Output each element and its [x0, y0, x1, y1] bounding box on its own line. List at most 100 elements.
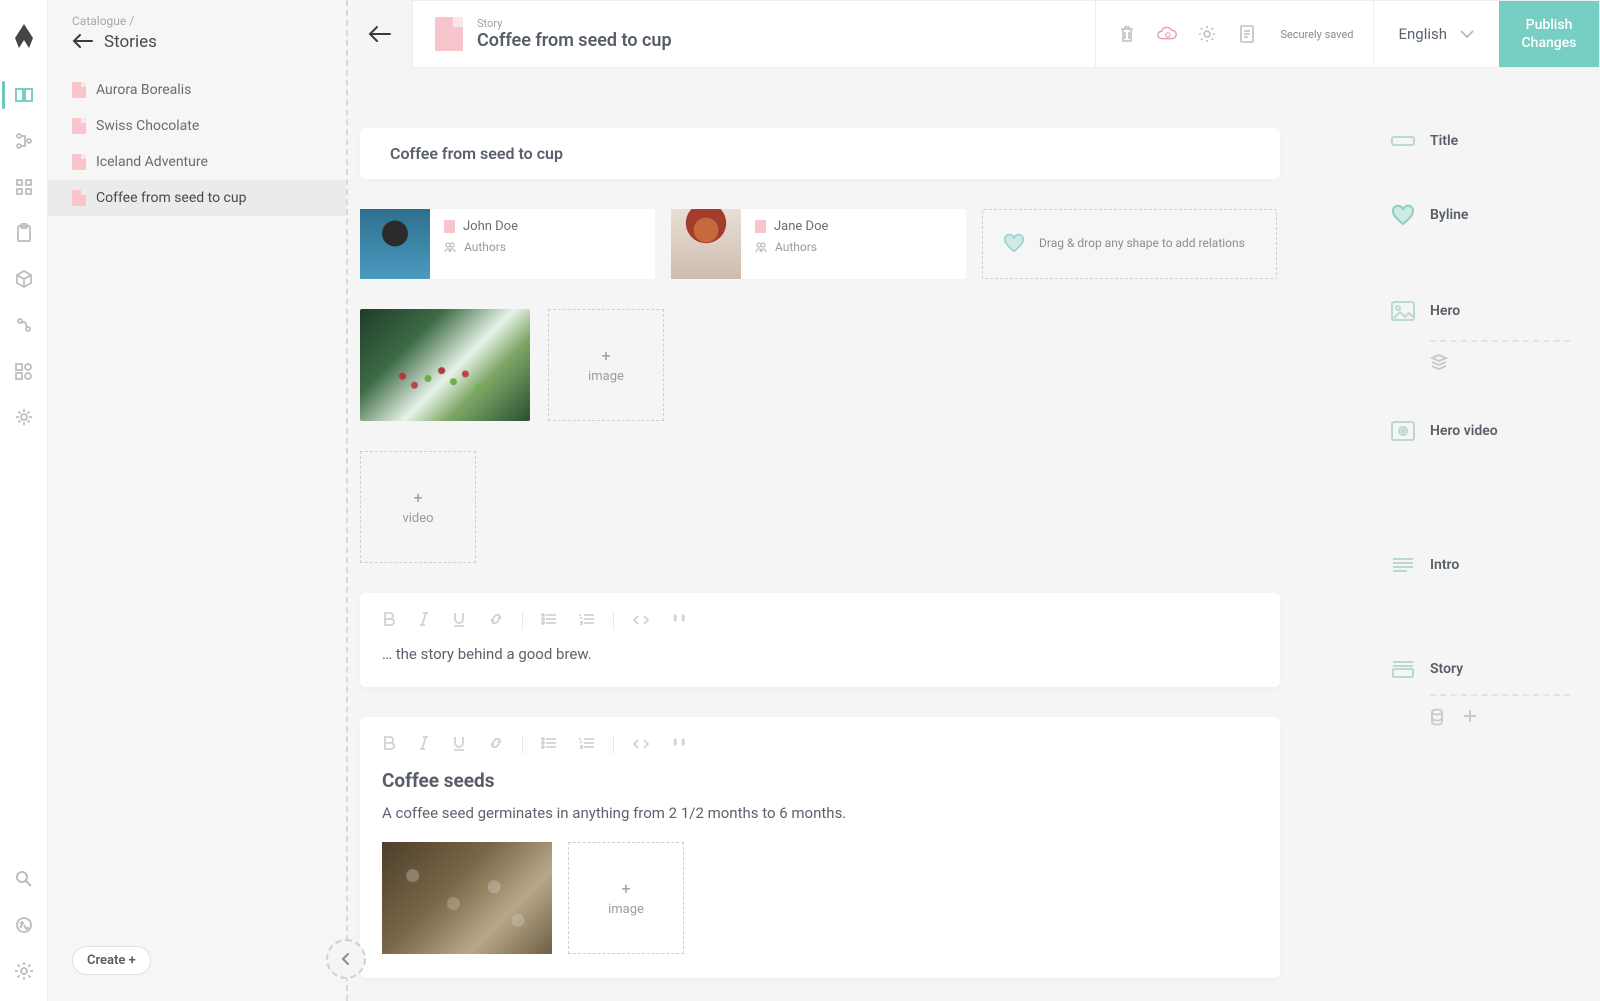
sidebar-item-label: Swiss Chocolate: [96, 118, 199, 134]
quote-icon[interactable]: [672, 736, 690, 754]
settings-icon[interactable]: [14, 407, 34, 427]
plus-icon: +: [621, 879, 630, 898]
add-video-button[interactable]: + video: [360, 451, 476, 563]
story-text[interactable]: A coffee seed germinates in anything fro…: [382, 804, 1258, 822]
app-logo: [11, 22, 37, 57]
italic-icon[interactable]: [418, 611, 430, 631]
underline-icon[interactable]: [452, 735, 466, 755]
language-icon[interactable]: [14, 915, 34, 935]
create-button[interactable]: Create +: [72, 946, 151, 975]
field-label-story[interactable]: Story: [1390, 658, 1570, 680]
component-icon[interactable]: [1430, 708, 1444, 730]
heart-icon: [1390, 204, 1416, 226]
hero-field: + image: [360, 309, 1280, 421]
publish-button[interactable]: Publish Changes: [1499, 1, 1599, 67]
sidebar-item-label: Iceland Adventure: [96, 154, 208, 170]
field-label-hero[interactable]: Hero: [1390, 300, 1570, 322]
search-icon[interactable]: [14, 869, 34, 889]
breadcrumb: Catalogue /: [72, 14, 326, 28]
upload-video-label: video: [402, 511, 433, 526]
sidebar-item-story[interactable]: Swiss Chocolate: [48, 108, 346, 144]
ul-icon[interactable]: [541, 612, 557, 630]
intro-text[interactable]: … the story behind a good brew.: [382, 645, 1258, 663]
ol-icon[interactable]: [579, 612, 595, 630]
sidebar-item-label: Aurora Borealis: [96, 82, 191, 98]
relation-hint: Drag & drop any shape to add relations: [1039, 236, 1245, 252]
story-heading[interactable]: Coffee seeds: [382, 769, 1258, 792]
field-label-byline[interactable]: Byline: [1390, 204, 1570, 226]
field-label-title[interactable]: Title: [1390, 130, 1570, 152]
ul-icon[interactable]: [541, 736, 557, 754]
people-icon: [444, 241, 456, 253]
code-icon[interactable]: [632, 612, 650, 630]
collapse-sidebar-button[interactable]: [326, 939, 366, 979]
image-icon: [1390, 300, 1416, 322]
title-field[interactable]: Coffee from seed to cup: [360, 128, 1280, 179]
relation-dropzone[interactable]: Drag & drop any shape to add relations: [982, 209, 1277, 279]
code-icon[interactable]: [632, 736, 650, 754]
intro-field[interactable]: … the story behind a good brew.: [360, 593, 1280, 687]
plus-icon: +: [413, 488, 422, 507]
sidebar-item-label: Coffee from seed to cup: [96, 190, 246, 206]
upload-image-label: image: [588, 369, 624, 384]
delete-icon[interactable]: [1116, 23, 1138, 45]
story-image[interactable]: [382, 842, 552, 954]
title-icon: [1390, 130, 1416, 152]
unpublish-icon[interactable]: [1156, 23, 1178, 45]
shapes-icon[interactable]: [14, 361, 34, 381]
add-image-button[interactable]: + image: [548, 309, 664, 421]
quote-icon[interactable]: [672, 612, 690, 630]
sidebar: Catalogue / Stories Aurora Borealis Swis…: [48, 0, 348, 1001]
bold-icon[interactable]: [382, 735, 396, 755]
back-button[interactable]: [352, 0, 408, 68]
sidebar-item-story[interactable]: Aurora Borealis: [48, 72, 346, 108]
ol-icon[interactable]: [579, 736, 595, 754]
author-card[interactable]: Jane Doe Authors: [671, 209, 966, 279]
bold-icon[interactable]: [382, 611, 396, 631]
underline-icon[interactable]: [452, 611, 466, 631]
author-name: John Doe: [463, 219, 518, 234]
topbar: Story Coffee from seed to cup: [348, 0, 1600, 68]
byline-field: John Doe Authors Jane Doe: [360, 209, 1280, 279]
hero-sub-actions: [1430, 354, 1570, 374]
add-image-button[interactable]: + image: [568, 842, 684, 954]
webhook-icon[interactable]: [14, 315, 34, 335]
rte-toolbar: [382, 607, 1258, 645]
tree-icon[interactable]: [14, 131, 34, 151]
language-selector[interactable]: English: [1374, 1, 1499, 67]
italic-icon[interactable]: [418, 735, 430, 755]
field-label-herovideo[interactable]: Hero video: [1390, 420, 1570, 442]
catalogue-icon[interactable]: [14, 85, 34, 105]
stack-icon[interactable]: [1430, 354, 1448, 374]
clipboard-icon[interactable]: [14, 223, 34, 243]
people-icon: [755, 241, 767, 253]
gear-icon[interactable]: [14, 961, 34, 981]
divider: [1430, 340, 1570, 342]
language-label: English: [1398, 25, 1447, 43]
hero-image[interactable]: [360, 309, 530, 421]
document-icon: [72, 118, 86, 134]
avatar: [671, 209, 741, 279]
document-outline-icon[interactable]: [1236, 23, 1258, 45]
settings-icon[interactable]: [1196, 23, 1218, 45]
author-card[interactable]: John Doe Authors: [360, 209, 655, 279]
document-icon: [72, 154, 86, 170]
sidebar-item-story[interactable]: Iceland Adventure: [48, 144, 346, 180]
field-label-intro[interactable]: Intro: [1390, 554, 1570, 576]
link-icon[interactable]: [488, 611, 504, 631]
rte-toolbar: [382, 731, 1258, 769]
entry-title: Coffee from seed to cup: [477, 30, 672, 51]
avatar: [360, 209, 430, 279]
story-sub-actions: [1430, 708, 1570, 730]
sidebar-item-story[interactable]: Coffee from seed to cup: [48, 180, 346, 216]
author-role: Authors: [775, 240, 817, 254]
back-arrow-icon[interactable]: [72, 30, 94, 54]
richtext-icon: [1390, 658, 1416, 680]
link-icon[interactable]: [488, 735, 504, 755]
story-field[interactable]: Coffee seeds A coffee seed germinates in…: [360, 717, 1280, 978]
cube-icon[interactable]: [14, 269, 34, 289]
grid-icon[interactable]: [14, 177, 34, 197]
add-icon[interactable]: [1462, 708, 1478, 730]
document-icon: [72, 190, 86, 206]
entry-type-label: Story: [477, 17, 672, 30]
